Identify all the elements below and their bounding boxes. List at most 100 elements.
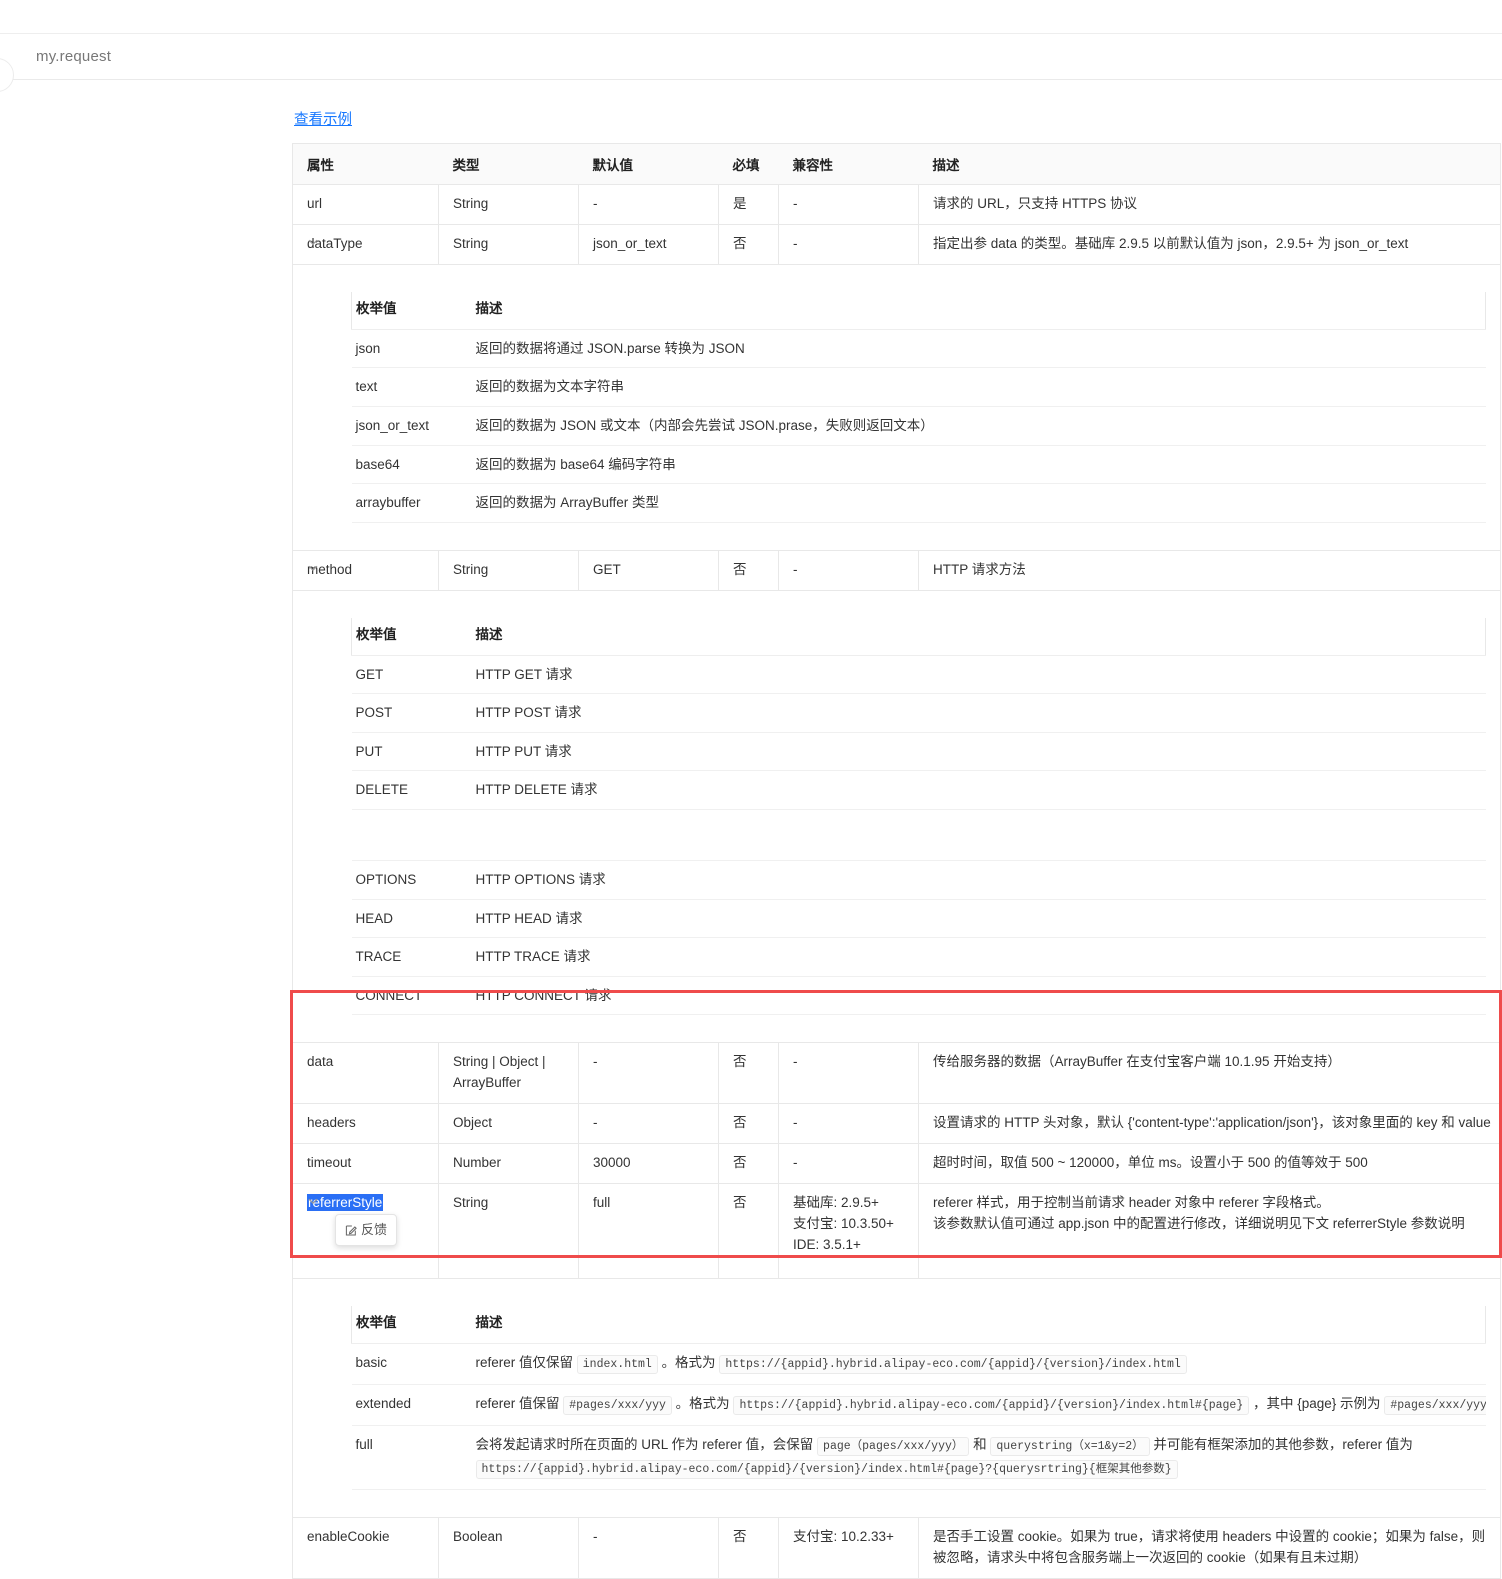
code-span: https://{appid}.hybrid.alipay-eco.com/{a…	[475, 1460, 1178, 1480]
enum-desc: HTTP HEAD 请求	[471, 899, 1486, 939]
enum-row: full 会将发起请求时所在页面的 URL 作为 referer 值，会保留 p…	[351, 1425, 1486, 1491]
cell-compat-headers: -	[778, 1103, 919, 1145]
enum-desc: 返回的数据为 JSON 或文本（内部会先尝试 JSON.prase，失败则返回文…	[471, 406, 1486, 446]
desc-text: 和	[973, 1436, 987, 1452]
cell-desc-url: 请求的 URL，只支持 HTTPS 协议	[918, 184, 1501, 225]
cell-type-url: String	[438, 184, 579, 225]
cell-type-datatype: String	[438, 223, 579, 265]
enum-desc: HTTP CONNECT 请求	[471, 976, 1486, 1016]
cell-desc-headers: 设置请求的 HTTP 头对象，默认 {'content-type':'appli…	[918, 1103, 1501, 1145]
enum-header-row: 枚举值 描述	[351, 291, 1486, 330]
enum-col-desc: 描述	[471, 1306, 1486, 1344]
cell-compat-datatype: -	[778, 223, 919, 265]
enum-row: text 返回的数据为文本字符串	[351, 367, 1486, 407]
feedback-button[interactable]: 反馈	[335, 1214, 398, 1247]
table-row: method String GET 否 - HTTP 请求方法	[292, 549, 1501, 591]
enum-row: DELETE HTTP DELETE 请求	[351, 770, 1486, 810]
enum-desc	[471, 809, 1486, 861]
desc-text: ，其中 {page} 示例为	[1253, 1395, 1381, 1411]
code-span: #pages/xxx/yyy	[1384, 1395, 1486, 1415]
col-header-required: 必填	[718, 143, 779, 185]
enum-key: POST	[351, 693, 472, 733]
cell-attr-enablecookie: enableCookie	[292, 1517, 439, 1579]
cell-desc-enablecookie: 是否手工设置 cookie。如果为 true，请求将使用 headers 中设置…	[918, 1517, 1501, 1579]
cell-required-referrerstyle: 否	[718, 1183, 779, 1280]
table-row: url String - 是 - 请求的 URL，只支持 HTTPS 协议	[292, 184, 1501, 225]
cell-required-headers: 否	[718, 1103, 779, 1145]
desc-text: 。格式为	[661, 1354, 716, 1370]
cell-required-url: 是	[718, 184, 779, 225]
enum-desc: HTTP DELETE 请求	[471, 770, 1486, 810]
cell-desc-datatype: 指定出参 data 的类型。基础库 2.9.5 以前默认值为 json，2.9.…	[918, 223, 1501, 265]
cell-compat-timeout: -	[778, 1143, 919, 1185]
cell-compat-enablecookie: 支付宝: 10.2.33+	[778, 1517, 919, 1579]
enum-desc: HTTP PUT 请求	[471, 732, 1486, 772]
table-row: data String | Object | ArrayBuffer - 否 -…	[292, 1042, 1501, 1105]
enum-col-key: 枚举值	[351, 291, 472, 330]
enum-row: PUT HTTP PUT 请求	[351, 732, 1486, 772]
enum-row: OPTIONS HTTP OPTIONS 请求	[351, 860, 1486, 900]
cell-type-enablecookie: Boolean	[438, 1517, 579, 1579]
cell-type-method: String	[438, 549, 579, 591]
compat-line: IDE: 3.5.1+	[793, 1236, 861, 1252]
table-row: enableCookie Boolean - 否 支付宝: 10.2.33+ 是…	[292, 1517, 1501, 1579]
cell-desc-data: 传给服务器的数据（ArrayBuffer 在支付宝客户端 10.1.95 开始支…	[918, 1042, 1501, 1105]
breadcrumb-bar: my.request	[0, 34, 1502, 80]
code-span: querystring（x=1&y=2）	[990, 1436, 1150, 1456]
desc-line: 该参数默认值可通过 app.json 中的配置进行修改，详细说明见下文 refe…	[933, 1215, 1465, 1231]
cell-attr-url: url	[292, 184, 439, 225]
enum-table-method: 枚举值 描述 GET HTTP GET 请求 POST HTTP POST 请求 P…	[351, 617, 1486, 1016]
cell-compat-url: -	[778, 184, 919, 225]
enum-desc: 会将发起请求时所在页面的 URL 作为 referer 值，会保留 page（p…	[471, 1425, 1486, 1491]
window-top-strip	[0, 0, 1502, 34]
enum-desc: 返回的数据为 ArrayBuffer 类型	[471, 483, 1486, 523]
enum-row: arraybuffer 返回的数据为 ArrayBuffer 类型	[351, 483, 1486, 523]
col-header-default: 默认值	[578, 143, 719, 185]
cell-required-timeout: 否	[718, 1143, 779, 1185]
table-clip-wrapper: 属性 类型 默认值 必填 兼容性 描述 url String - 是 - 请求的…	[292, 143, 1502, 1579]
table-row: dataType String json_or_text 否 - 指定出参 da…	[292, 223, 1501, 265]
nested-enum-cell: 枚举值 描述 GET HTTP GET 请求 POST HTTP POST 请求 P…	[292, 589, 1501, 1044]
enum-key: GET	[351, 655, 472, 695]
table-row: headers Object - 否 - 设置请求的 HTTP 头对象，默认 {…	[292, 1103, 1501, 1145]
nested-enum-cell: 枚举值 描述 basic referer 值仅保留 index.html 。格式…	[292, 1278, 1501, 1519]
cell-required-data: 否	[718, 1042, 779, 1105]
enum-key: arraybuffer	[351, 483, 472, 523]
chevron-down-icon[interactable]	[307, 236, 319, 248]
table-header-row: 属性 类型 默认值 必填 兼容性 描述	[292, 143, 1501, 185]
cell-default-enablecookie: -	[578, 1517, 719, 1579]
enum-row-empty	[351, 809, 1486, 861]
chevron-down-icon[interactable]	[307, 1195, 319, 1207]
enum-row: base64 返回的数据为 base64 编码字符串	[351, 445, 1486, 485]
desc-text: referer 值保留	[475, 1395, 560, 1411]
feedback-button-label: 反馈	[361, 1222, 388, 1238]
cell-compat-data: -	[778, 1042, 919, 1105]
enum-desc: HTTP TRACE 请求	[471, 937, 1486, 977]
enum-key: extended	[351, 1384, 472, 1426]
cell-attr-datatype: dataType	[292, 223, 439, 265]
desc-text: 并可能有框架添加的其他参数，referer 值为	[1153, 1436, 1413, 1452]
cell-type-data: String | Object | ArrayBuffer	[438, 1042, 579, 1105]
cell-compat-method: -	[778, 549, 919, 591]
enum-key: DELETE	[351, 770, 472, 810]
view-example-link[interactable]: 查看示例	[294, 108, 352, 129]
nested-enum-row-method: 枚举值 描述 GET HTTP GET 请求 POST HTTP POST 请求 P…	[292, 589, 1501, 1044]
chevron-down-icon[interactable]	[307, 562, 319, 574]
enum-row: json_or_text 返回的数据为 JSON 或文本（内部会先尝试 JSON.…	[351, 406, 1486, 446]
desc-line: referer 样式，用于控制当前请求 header 对象中 referer 字…	[933, 1195, 1330, 1211]
compat-line: 支付宝: 10.3.50+	[793, 1215, 894, 1231]
enum-key: base64	[351, 445, 472, 485]
enum-key: full	[351, 1425, 472, 1491]
content-area: 查看示例 属性 类型 默认值 必填 兼容性 描述 url String - 是	[0, 80, 1502, 1579]
enum-key: OPTIONS	[351, 860, 472, 900]
desc-text: referer 值仅保留	[475, 1354, 574, 1370]
desc-text: 会将发起请求时所在页面的 URL 作为 referer 值，会保留	[475, 1436, 814, 1452]
cell-required-datatype: 否	[718, 223, 779, 265]
cell-default-datatype: json_or_text	[578, 223, 719, 265]
code-span: #pages/xxx/yyy	[563, 1395, 672, 1415]
enum-row: json 返回的数据将通过 JSON.parse 转换为 JSON	[351, 329, 1486, 369]
table-row: timeout Number 30000 否 - 超时时间，取值 500 ~ 1…	[292, 1143, 1501, 1185]
enum-key: HEAD	[351, 899, 472, 939]
enum-col-desc: 描述	[471, 291, 1486, 330]
enum-key: CONNECT	[351, 976, 472, 1016]
